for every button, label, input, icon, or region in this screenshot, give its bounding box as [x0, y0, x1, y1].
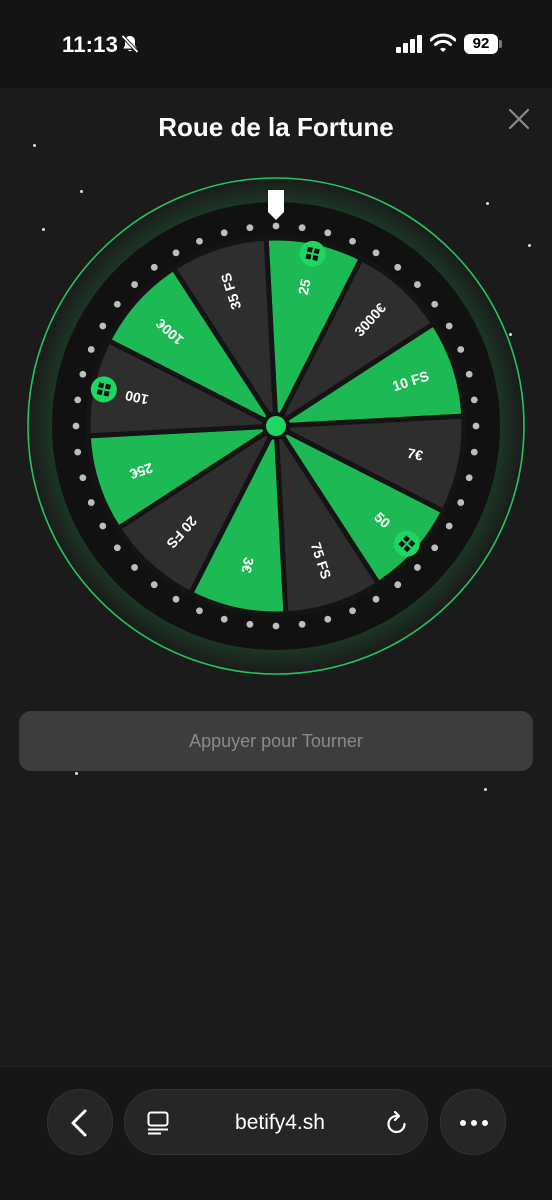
- rim-light: [470, 396, 478, 404]
- rim-light: [74, 396, 82, 404]
- page-menu-icon[interactable]: [147, 1111, 169, 1140]
- star: [75, 772, 78, 775]
- rim-light: [372, 595, 380, 603]
- rim-light: [394, 581, 402, 589]
- rim-light: [99, 522, 107, 530]
- close-button[interactable]: [506, 106, 532, 132]
- rim-light: [457, 499, 465, 506]
- rim-light: [445, 322, 453, 330]
- rim-light: [414, 564, 421, 571]
- back-button[interactable]: [47, 1089, 113, 1155]
- battery-cap: [499, 40, 502, 48]
- rim-light: [172, 595, 180, 603]
- rim-light: [196, 607, 203, 615]
- browser-toolbar: betify4.sh: [0, 1066, 552, 1200]
- fortune-wheel[interactable]: 253000€10 FS7€5075 FS3€20 FS25€100100€35…: [26, 176, 526, 676]
- rim-light: [414, 281, 421, 288]
- rim-light: [79, 370, 87, 378]
- rim-light: [349, 237, 356, 245]
- rim-light: [131, 564, 138, 571]
- rim-light: [298, 224, 306, 232]
- spin-button[interactable]: Appuyer pour Tourner: [19, 711, 533, 771]
- chevron-left-icon: [71, 1109, 87, 1137]
- star: [484, 788, 487, 791]
- rim-light: [324, 615, 332, 623]
- rim-light: [220, 229, 228, 237]
- battery-level: 92: [464, 34, 498, 54]
- status-time: 11:13: [62, 32, 119, 57]
- rim-light: [431, 544, 439, 552]
- rim-light: [172, 249, 180, 257]
- more-options-button[interactable]: [440, 1089, 506, 1155]
- url-text[interactable]: betify4.sh: [185, 1090, 375, 1156]
- rim-light: [196, 237, 203, 245]
- rim-light: [131, 281, 138, 288]
- rim-light: [72, 422, 80, 430]
- rim-light: [272, 622, 280, 630]
- modal-title: Roue de la Fortune: [158, 112, 394, 142]
- rim-light: [74, 448, 82, 456]
- battery-indicator: 92: [464, 34, 502, 54]
- rim-light: [113, 300, 121, 308]
- rim-light: [246, 620, 254, 628]
- rim-light: [87, 346, 95, 353]
- cellular-signal-icon: [396, 35, 424, 58]
- status-bar: 11:13 92: [0, 0, 552, 88]
- star: [33, 144, 36, 147]
- rim-light: [113, 544, 121, 552]
- rim-light: [470, 448, 478, 456]
- rim-light: [298, 620, 306, 628]
- rim-light: [87, 499, 95, 506]
- address-bar[interactable]: betify4.sh: [124, 1089, 428, 1155]
- more-dots-icon: [460, 1120, 488, 1126]
- rim-light: [445, 522, 453, 530]
- rim-light: [150, 263, 158, 271]
- reload-icon[interactable]: [385, 1110, 409, 1141]
- bell-muted-icon: [120, 34, 140, 59]
- rim-light: [324, 229, 332, 237]
- rim-light: [220, 615, 228, 623]
- rim-light: [79, 474, 87, 482]
- star: [528, 244, 531, 247]
- wifi-icon: [429, 33, 457, 58]
- rim-light: [472, 422, 480, 430]
- wheel-hub: [266, 416, 286, 436]
- rim-light: [99, 322, 107, 330]
- rim-light: [394, 263, 402, 271]
- rim-light: [272, 222, 280, 230]
- rim-light: [349, 607, 356, 615]
- rim-light: [457, 346, 465, 353]
- rim-light: [465, 474, 473, 482]
- rim-light: [372, 249, 380, 257]
- rim-light: [431, 300, 439, 308]
- rim-light: [246, 224, 254, 232]
- rim-light: [150, 581, 158, 589]
- close-icon: [508, 108, 530, 130]
- fortune-wheel-modal: Roue de la Fortune 25 3000€ 10 FS 7€ 50 75 FS…: [0, 88, 552, 1066]
- rim-light: [465, 370, 473, 378]
